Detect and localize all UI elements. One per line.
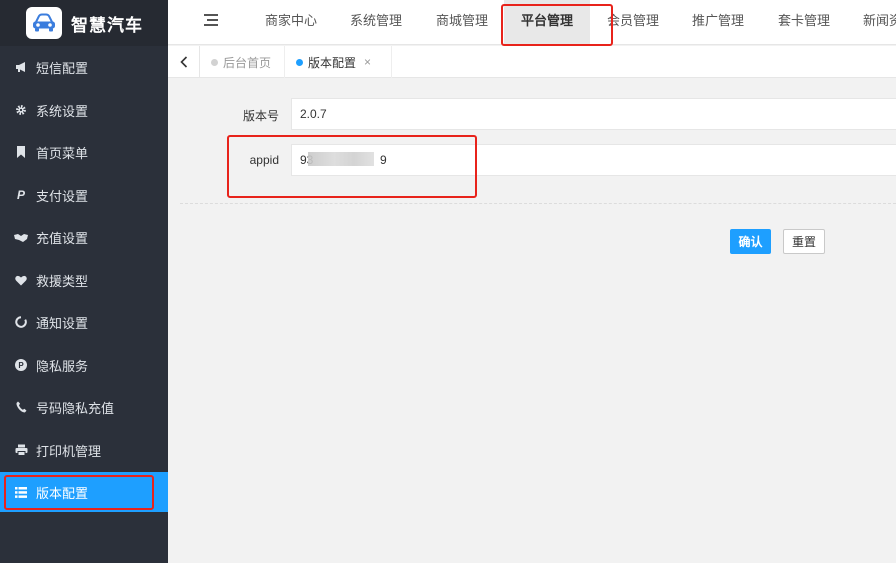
tab-member-management[interactable]: 会员管理 [598,0,668,45]
sidebar-item-number-privacy-recharge[interactable]: 号码隐私充值 [0,387,168,427]
page-tab-dashboard[interactable]: 后台首页 [201,46,285,78]
sidebar-item-label: 通知设置 [36,315,89,331]
phone-icon [14,400,28,414]
page-tab-label: 后台首页 [223,55,272,70]
tab-news[interactable]: 新闻资 [854,0,896,45]
tab-card-management[interactable]: 套卡管理 [769,0,839,45]
chevron-left-icon[interactable] [168,46,200,78]
tab-system-management[interactable]: 系统管理 [341,0,411,45]
list-icon [14,485,28,499]
sidebar-item-label: 打印机管理 [36,443,102,459]
sidebar-item-label: 充值设置 [36,230,89,246]
tab-dot [211,58,218,66]
close-icon[interactable]: × [364,55,371,69]
megaphone-icon [14,60,28,74]
tab-platform-management[interactable]: 平台管理 [504,0,590,45]
reset-button[interactable]: 重置 [783,229,825,254]
sidebar-item-system[interactable]: 系统设置 [0,90,168,130]
brand[interactable]: 智慧汽车 [0,0,168,46]
sidebar-item-recharge[interactable]: 充值设置 [0,217,168,257]
sidebar-item-label: 首页菜单 [36,145,89,161]
tab-promotion-management[interactable]: 推广管理 [683,0,753,45]
sidebar-item-rescue[interactable]: 救援类型 [0,260,168,300]
sidebar-item-privacy[interactable]: P 隐私服务 [0,345,168,385]
sidebar-item-home-menu[interactable]: 首页菜单 [0,132,168,172]
appid-label: appid [249,153,279,167]
p-circle-icon: P [14,358,28,372]
paypal-icon: P [16,188,25,202]
handshake-icon [14,230,28,244]
sidebar-item-label: 短信配置 [36,60,89,76]
sidebar-item-label: 系统设置 [36,103,89,119]
sidebar-item-label: 版本配置 [36,485,89,501]
form-divider [180,203,896,204]
sidebar-item-label: 支付设置 [36,188,89,204]
sidebar-item-version[interactable]: 版本配置 [0,472,168,512]
brand-name: 智慧汽车 [71,15,143,35]
tab-merchant-center[interactable]: 商家中心 [256,0,326,45]
page-tab-version-config[interactable]: 版本配置 × [286,46,392,78]
tab-mall-management[interactable]: 商城管理 [427,0,497,45]
menu-fold-icon[interactable] [204,14,218,28]
gear-icon [14,103,28,117]
sidebar-item-sms[interactable]: 短信配置 [0,47,168,87]
sidebar-item-label: 号码隐私充值 [36,400,115,416]
tab-dot [296,58,303,66]
redaction-blur [308,152,374,166]
sidebar-item-payment[interactable]: P 支付设置 [0,175,168,215]
printer-icon [14,443,28,457]
car-icon [26,7,62,39]
version-input[interactable] [291,98,896,130]
sidebar-item-label: 救援类型 [36,273,89,289]
page-tab-label: 版本配置 [308,55,357,70]
appid-input[interactable] [291,144,896,176]
circle-notch-icon [14,315,28,329]
bookmark-icon [14,145,28,159]
sidebar-item-notification[interactable]: 通知设置 [0,302,168,342]
sidebar-item-printer[interactable]: 打印机管理 [0,430,168,470]
heart-icon [14,273,28,287]
sidebar: 智慧汽车 短信配置 系统设置 首页菜单 P 支付设置 充值设置 救援类型 通知设… [0,0,168,563]
svg-text:P: P [18,361,24,370]
page-tab-strip: 后台首页 版本配置 × [168,46,896,78]
confirm-button[interactable]: 确认 [730,229,771,254]
version-label: 版本号 [242,109,279,123]
sidebar-item-label: 隐私服务 [36,358,89,374]
top-navigation: 商家中心 系统管理 商城管理 平台管理 会员管理 推广管理 套卡管理 新闻资 [168,0,896,45]
